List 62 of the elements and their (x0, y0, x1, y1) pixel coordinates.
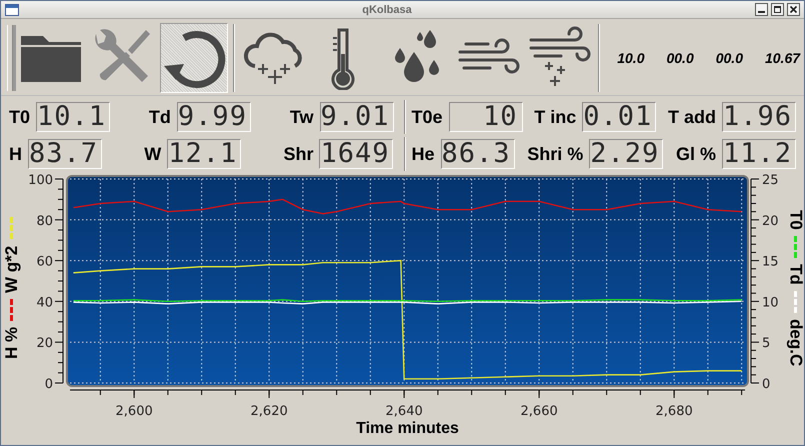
axis-tick-label: 2,620 (250, 404, 288, 419)
reading-label: H (9, 144, 22, 164)
axis-tick-label: 40 (36, 295, 53, 310)
reading-label: Gl % (676, 144, 716, 164)
reading-label: Shr (283, 144, 314, 164)
reading-label: T inc (534, 106, 576, 128)
reading-label: T0 (9, 106, 30, 128)
axis-tick-label: 0 (44, 377, 53, 392)
window-title: qKolbasa (361, 4, 413, 16)
reading-label: Tw (290, 106, 314, 128)
axis-legend-label: W g*2 (2, 245, 22, 293)
legend-dash (10, 298, 14, 321)
legend-dash (10, 217, 14, 240)
reading-label: T0e (412, 106, 443, 128)
window-icon (5, 4, 19, 16)
x-axis-title: Time minutes (356, 420, 459, 437)
minimize-icon[interactable] (755, 3, 768, 16)
toolbar-grip[interactable] (7, 25, 13, 91)
axis-tick-label: 10 (762, 295, 779, 310)
lcd-display: 1.96 (722, 102, 796, 132)
axis-tick-label: 2,660 (520, 404, 558, 419)
axis-tick-label: 20 (36, 336, 53, 352)
axis-title: deg.C (786, 318, 804, 366)
axis-tick-label: 25 (762, 173, 779, 188)
reading-label: Shri % (527, 144, 584, 164)
legend-dash (794, 236, 797, 258)
reading-label: Td (148, 106, 171, 128)
lcd-display: 0.01 (582, 102, 656, 132)
lcd-display: 83.7 (28, 139, 102, 169)
lcd-display: 10.1 (36, 102, 110, 132)
lcd-display: 2.29 (589, 139, 664, 169)
reading-label: He (412, 144, 435, 164)
axis-legend-label: T0 (786, 210, 804, 230)
reading-label: T add (668, 106, 716, 128)
lcd-display: 9.99 (176, 102, 251, 132)
lcd-display: 11.2 (722, 139, 796, 169)
axis-tick-label: 80 (36, 214, 53, 229)
close-icon[interactable] (787, 3, 800, 16)
axis-tick-label: 2,680 (656, 404, 693, 419)
axis-tick-label: 20 (762, 214, 779, 229)
axis-tick-label: 60 (36, 254, 53, 270)
readout-value: 10.0 (617, 50, 644, 66)
reading-label: W (144, 144, 162, 164)
lcd-display: 12.1 (167, 139, 242, 169)
axis-tick-label: 5 (762, 336, 770, 352)
axis-legend-label: H % (2, 326, 22, 359)
axis-tick-label: 15 (762, 254, 779, 270)
readout-value: 10.67 (764, 50, 800, 66)
legend-dash (794, 290, 797, 313)
lcd-display: 10 (448, 102, 523, 132)
toolbar-button[interactable] (160, 23, 228, 93)
lcd-display: 86.3 (440, 139, 515, 169)
maximize-icon[interactable] (771, 3, 784, 16)
axis-tick-label: 2,600 (116, 404, 153, 419)
axis-legend-label: Td (786, 264, 804, 285)
lcd-display: 1649 (319, 139, 394, 169)
lcd-display: 9.01 (320, 102, 394, 132)
axis-tick-label: 2,640 (386, 404, 423, 419)
axis-tick-label: 0 (762, 377, 770, 392)
readout-value: 00.0 (716, 50, 743, 66)
axis-tick-label: 100 (28, 173, 53, 188)
readout-value: 00.0 (666, 50, 694, 66)
